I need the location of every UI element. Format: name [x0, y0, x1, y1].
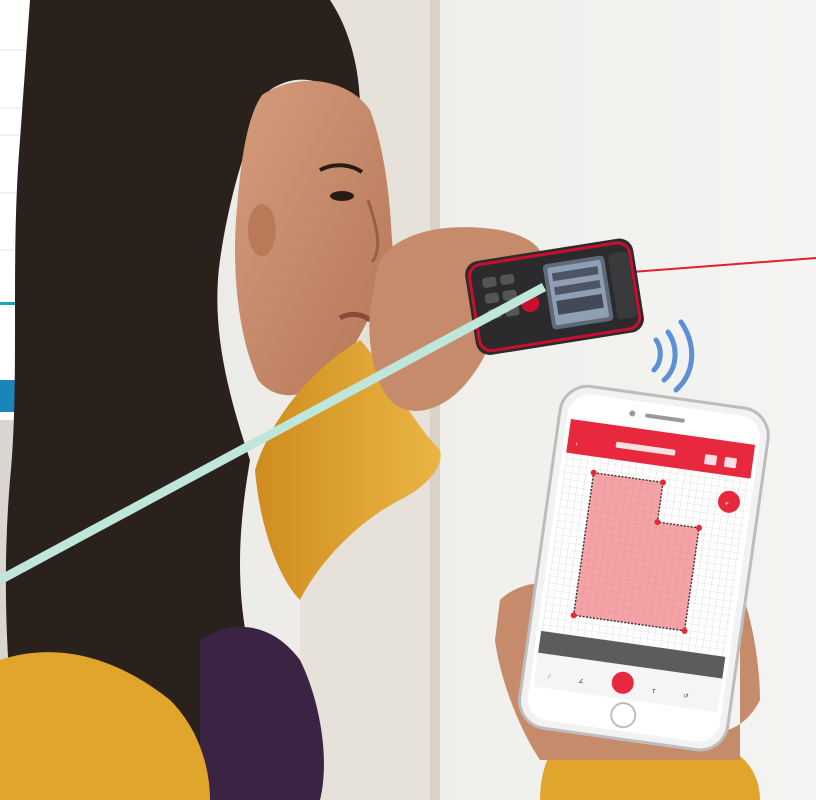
ear	[248, 204, 276, 256]
undo-icon[interactable]: ↺	[683, 692, 689, 700]
eye	[330, 191, 354, 201]
photo-scene: ‹ + ⁄ ∠ T ↺	[0, 0, 816, 800]
angle-tool-icon[interactable]: ∠	[578, 678, 584, 686]
